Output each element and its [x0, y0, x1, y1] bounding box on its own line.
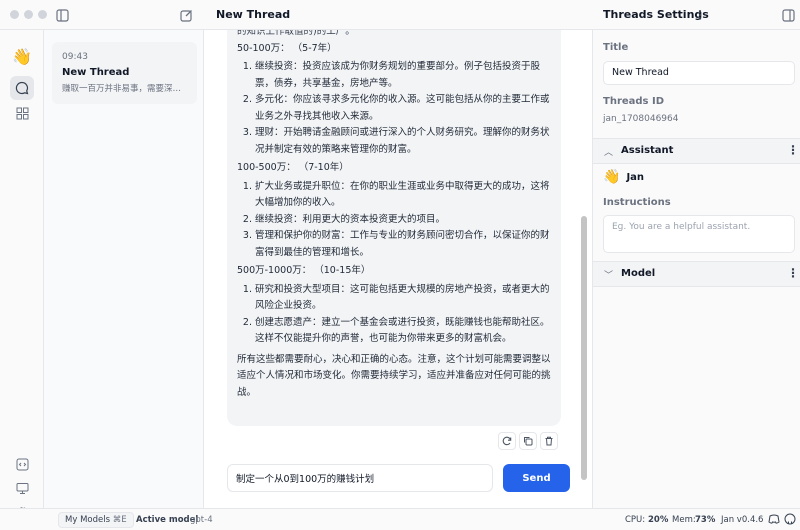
- monitor-icon[interactable]: [10, 476, 34, 500]
- instructions-label: Instructions: [603, 197, 671, 208]
- toggle-left-panel-icon[interactable]: [54, 7, 70, 23]
- section-list: 继续投资：投资应该成为你财务规划的重要部分。例子包括投资于股票，债券，共享基金，…: [237, 59, 551, 158]
- chat-title: New Thread: [216, 8, 291, 21]
- chevron-down-icon: ﹀: [604, 271, 614, 281]
- section-heading: 500万-1000万： （10-15年）: [237, 265, 371, 276]
- list-item: 管理和保护你的财富：工作与专业的财务顾问密切合作，以保证你的财富得到最佳的管理和…: [255, 228, 551, 261]
- assistant-section-header[interactable]: ︿ Assistant ⋮: [593, 138, 800, 164]
- github-icon[interactable]: [784, 513, 796, 528]
- trash-icon[interactable]: [540, 432, 558, 450]
- list-item: 继续投资：投资应该成为你财务规划的重要部分。例子包括投资于股票，债券，共享基金，…: [255, 59, 551, 92]
- thread-item[interactable]: 09:43 New Thread 赚取一百万并非易事，需要深思...: [52, 42, 197, 104]
- model-section-header[interactable]: ﹀ Model ⋮: [593, 261, 800, 287]
- cpu-label: CPU:: [625, 515, 646, 525]
- message-actions: [498, 432, 558, 452]
- list-item: 继续投资：利用更大的资本投资更大的项目。: [255, 212, 551, 229]
- model-menu-icon[interactable]: ⋮: [787, 266, 799, 280]
- my-models-label: My Models: [65, 515, 111, 525]
- thread-id-label: Threads ID: [603, 96, 665, 107]
- version-label: Jan v0.4.6: [721, 515, 764, 525]
- list-item: 扩大业务或提升职位：在你的职业生涯或业务中取得更大的成功，这将大幅增加你的收入。: [255, 179, 551, 212]
- assistant-identity: 👋 Jan: [603, 169, 644, 185]
- window-minimize-button[interactable]: [24, 10, 33, 19]
- list-item: 理财：开始聘请金融顾问或进行深入的个人财务研究。理解你的财务状况并制定有效的策略…: [255, 125, 551, 158]
- thread-list: 09:43 New Thread 赚取一百万并非易事，需要深思...: [44, 30, 204, 508]
- thread-title: New Thread: [62, 67, 130, 78]
- regenerate-icon[interactable]: [498, 432, 516, 450]
- settings-menu-icon[interactable]: ⋮: [692, 7, 708, 23]
- copy-icon[interactable]: [519, 432, 537, 450]
- active-model-value: gpt-4: [190, 515, 213, 525]
- title-input[interactable]: New Thread: [603, 61, 795, 85]
- message-input[interactable]: [227, 464, 493, 492]
- status-bar: My Models ⌘E Active model gpt-4 CPU: 20%…: [0, 508, 800, 530]
- new-thread-icon[interactable]: [178, 7, 194, 23]
- list-item: 研究和投资大型项目：这可能包括更大规模的房地产投资，或者更大的风险企业投资。: [255, 282, 551, 315]
- list-item: 创建志愿遗产：建立一个基金会或进行投资，既能赚钱也能帮助社区。这样不仅能提升你的…: [255, 315, 551, 348]
- model-section-title: Model: [621, 268, 656, 279]
- section-list: 研究和投资大型项目：这可能包括更大规模的房地产投资，或者更大的风险企业投资。 创…: [237, 282, 551, 348]
- instructions-textarea[interactable]: Eg. You are a helpful assistant.: [603, 215, 795, 253]
- assistant-section-title: Assistant: [621, 145, 674, 156]
- cpu-value: 20%: [648, 515, 669, 525]
- message-closing: 所有这些都需要耐心，决心和正确的心态。注意，这个计划可能需要调整以适应个人情况和…: [237, 353, 551, 398]
- discord-icon[interactable]: [768, 513, 780, 528]
- title-label: Title: [603, 42, 629, 53]
- thread-settings-panel: Title New Thread Threads ID jan_17080469…: [592, 30, 800, 508]
- shortcut-label: ⌘E: [112, 515, 127, 525]
- mem-value: 73%: [695, 515, 716, 525]
- icon-rail: 👋: [0, 30, 44, 518]
- waving-hand-icon[interactable]: 👋: [10, 44, 34, 68]
- grid-icon[interactable]: [10, 101, 34, 125]
- section-heading: 100-500万： （7-10年）: [237, 162, 349, 173]
- window-close-button[interactable]: [10, 10, 19, 19]
- waving-hand-icon: 👋: [603, 169, 621, 185]
- assistant-message: 的知识上作取值的)的工厂。 50-100万： （5-7年） 继续投资：投资应该成…: [227, 30, 561, 426]
- title-bar: New Thread Threads Settings ⋮: [0, 0, 800, 30]
- chevron-up-icon: ︿: [604, 148, 614, 158]
- section-heading: 50-100万： （5-7年）: [237, 42, 337, 54]
- message-cut-line: 的知识上作取值的)的工厂。: [237, 30, 355, 37]
- window-maximize-button[interactable]: [38, 10, 47, 19]
- assistant-name: Jan: [626, 171, 645, 183]
- assistant-menu-icon[interactable]: ⋮: [787, 143, 799, 157]
- thread-id-value: jan_1708046964: [603, 114, 679, 124]
- chat-bubble-icon[interactable]: [10, 76, 34, 100]
- active-model-label: Active model: [136, 515, 199, 525]
- section-list: 扩大业务或提升职位：在你的职业生涯或业务中取得更大的成功，这将大幅增加你的收入。…: [237, 179, 551, 262]
- send-button[interactable]: Send: [503, 464, 570, 492]
- chat-panel: 的知识上作取值的)的工厂。 50-100万： （5-7年） 继续投资：投资应该成…: [205, 30, 592, 508]
- my-models-button[interactable]: My Models ⌘E: [58, 512, 134, 528]
- toggle-right-panel-icon[interactable]: [780, 7, 796, 23]
- mem-label: Mem:: [672, 515, 696, 525]
- list-item: 多元化：你应该寻求多元化你的收入源。这可能包括从你的主要工作或业务之外寻找其他收…: [255, 92, 551, 125]
- chat-scrollbar[interactable]: [581, 216, 587, 480]
- thread-preview: 赚取一百万并非易事，需要深思...: [62, 84, 187, 94]
- code-bracket-icon[interactable]: [10, 452, 34, 476]
- thread-time: 09:43: [62, 52, 88, 62]
